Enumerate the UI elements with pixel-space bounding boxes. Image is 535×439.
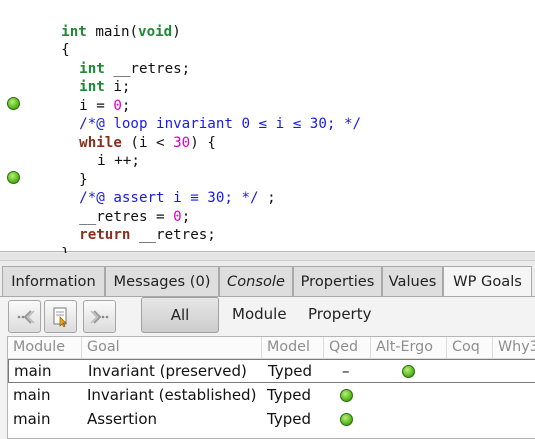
tab-information[interactable]: Information xyxy=(2,266,105,296)
code-line: /*@ assert i ≡ 30; */ ; xyxy=(45,171,275,206)
tab-console[interactable]: Console xyxy=(219,266,293,296)
column-header-module[interactable]: Module xyxy=(8,337,82,359)
code-text: ) xyxy=(172,23,181,40)
code-text: main( xyxy=(86,23,139,40)
cell-module: main xyxy=(14,362,52,380)
cell-goal: Assertion xyxy=(87,410,158,428)
column-header-goal[interactable]: Goal xyxy=(82,337,262,359)
code-number: 30 xyxy=(173,134,191,151)
valid-status-icon[interactable] xyxy=(7,97,20,110)
code-line: __retres = 0; xyxy=(45,189,190,225)
tab-properties[interactable]: Properties xyxy=(293,266,382,296)
table-row[interactable]: main Invariant (established) Typed xyxy=(8,384,535,408)
column-header-qed[interactable]: Qed xyxy=(324,337,371,359)
goal-source-button[interactable] xyxy=(44,300,77,333)
code-text: i ++; xyxy=(97,153,140,169)
pane-splitter[interactable] xyxy=(0,253,535,261)
code-line: } xyxy=(27,226,70,262)
code-line: i = 0; xyxy=(45,78,130,114)
code-line: int __retres; xyxy=(45,41,190,77)
column-header-model[interactable]: Model xyxy=(262,337,324,359)
tab-values[interactable]: Values xyxy=(382,266,443,296)
tab-messages[interactable]: Messages (0) xyxy=(105,266,219,296)
next-button[interactable] xyxy=(83,300,116,333)
valid-icon[interactable] xyxy=(340,413,353,426)
cell-goal: Invariant (preserved) xyxy=(88,362,247,380)
cell-module: main xyxy=(13,410,51,428)
code-keyword: return xyxy=(79,227,131,243)
code-line: int main(void) xyxy=(27,4,181,40)
valid-icon[interactable] xyxy=(402,365,415,378)
code-line: return __retres; xyxy=(45,208,216,243)
code-line: /*@ loop invariant 0 ≤ i ≤ 30; */ xyxy=(45,97,361,132)
cell-module: main xyxy=(13,386,51,404)
code-line: { xyxy=(27,23,70,58)
code-text: ) { xyxy=(190,134,216,151)
code-editor[interactable]: int main(void) { int __retres; int i; i … xyxy=(0,0,535,262)
code-text: __retres; xyxy=(130,227,216,243)
valid-status-icon[interactable] xyxy=(7,171,20,184)
code-line: while (i < 30) { xyxy=(45,115,216,151)
filter-all-button[interactable]: All xyxy=(141,297,219,333)
valid-icon[interactable] xyxy=(340,389,353,402)
document-pointer-icon xyxy=(53,307,67,328)
column-header-why3[interactable]: Why3 xyxy=(493,337,535,359)
code-text: ; xyxy=(258,190,276,206)
goals-table: Module Goal Model Qed Alt-Ergo Coq Why3 … xyxy=(7,336,535,439)
cell-qed: – xyxy=(342,362,350,380)
tab-wp-goals[interactable]: WP Goals xyxy=(443,266,532,297)
cell-model: Typed xyxy=(267,410,311,428)
table-row[interactable]: main Invariant (preserved) Typed – xyxy=(8,359,535,383)
column-header-alt-ergo[interactable]: Alt-Ergo xyxy=(371,337,447,359)
tab-bar: Information Messages (0) Console Propert… xyxy=(0,266,535,297)
column-header-coq[interactable]: Coq xyxy=(447,337,493,359)
cell-model: Typed xyxy=(267,386,311,404)
code-keyword: void xyxy=(138,23,173,40)
code-line: i ++; xyxy=(63,134,140,169)
filter-module-button[interactable]: Module xyxy=(232,297,287,333)
arrow-left-icon xyxy=(17,309,35,324)
arrow-right-icon xyxy=(89,309,108,324)
filter-property-button[interactable]: Property xyxy=(308,297,371,333)
code-line: } xyxy=(45,152,88,188)
cell-goal: Invariant (established) xyxy=(87,386,257,404)
code-line: int i; xyxy=(45,60,130,95)
table-row[interactable]: main Assertion Typed xyxy=(8,408,535,432)
previous-button[interactable] xyxy=(8,300,41,333)
cell-model: Typed xyxy=(268,362,312,380)
